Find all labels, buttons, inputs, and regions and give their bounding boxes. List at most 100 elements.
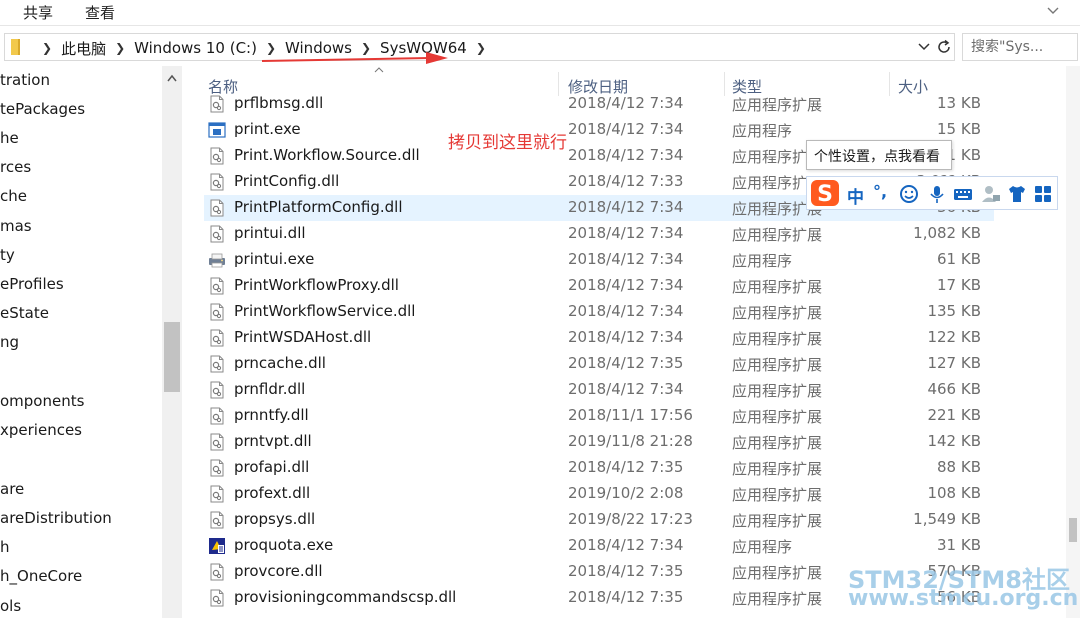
tab-view[interactable]: 查看 xyxy=(85,2,115,23)
microphone-icon[interactable] xyxy=(927,184,947,204)
file-type: 应用程序 xyxy=(732,252,793,270)
ribbon-tab-strip: 共享 查看 xyxy=(0,0,1080,26)
ime-punctuation-mode[interactable]: °, xyxy=(873,182,893,202)
refresh-icon[interactable] xyxy=(936,39,952,55)
file-name: Print.Workflow.Source.dll xyxy=(234,146,420,164)
scroll-up-icon[interactable] xyxy=(167,74,177,82)
nav-item[interactable]: eState xyxy=(0,304,49,328)
file-row[interactable]: prntvpt.dll 2019/11/8 21:28 应用程序扩展 142 KB xyxy=(204,429,994,455)
file-date-modified: 2018/4/12 7:35 xyxy=(568,458,684,476)
breadcrumb-drive-c[interactable]: Windows 10 (C:) xyxy=(134,39,257,57)
file-row[interactable]: propsys.dll 2019/8/22 17:23 应用程序扩展 1,549 KB xyxy=(204,507,994,533)
file-name: provcore.dll xyxy=(234,562,323,580)
file-row[interactable]: PrintWorkflowService.dll 2018/4/12 7:34 应用… xyxy=(204,299,994,325)
file-date-modified: 2019/11/8 21:28 xyxy=(568,432,693,450)
file-size: 221 KB xyxy=(927,406,981,424)
file-list-scrollbar[interactable] xyxy=(1066,66,1080,618)
file-row[interactable]: prnfldr.dll 2018/4/12 7:34 应用程序扩展 466 KB xyxy=(204,377,994,403)
skin-shirt-icon[interactable] xyxy=(1007,184,1027,204)
file-name: profext.dll xyxy=(234,484,311,502)
address-history-dropdown-icon[interactable] xyxy=(917,40,931,54)
file-type: 应用程序扩展 xyxy=(732,512,823,530)
ime-chinese-mode[interactable]: 中 xyxy=(847,183,864,208)
nav-item[interactable]: tePackages xyxy=(0,100,85,124)
file-size: 135 KB xyxy=(927,302,981,320)
nav-item[interactable]: tration xyxy=(0,71,50,95)
dll-file-icon xyxy=(208,355,226,373)
nav-item[interactable]: ols xyxy=(0,597,21,618)
nav-item[interactable]: mas xyxy=(0,217,32,241)
chevron-right-icon[interactable]: ❯ xyxy=(42,41,52,55)
file-name: proquota.exe xyxy=(234,536,334,554)
file-row[interactable]: PrintWSDAHost.dll 2018/4/12 7:34 应用程序扩展 122… xyxy=(204,325,994,351)
nav-item[interactable]: h_OneCore xyxy=(0,567,82,591)
file-row[interactable]: prnntfy.dll 2018/11/1 17:56 应用程序扩展 221 KB xyxy=(204,403,994,429)
file-row[interactable]: PrintWorkflowProxy.dll 2018/4/12 7:34 应用程序… xyxy=(204,273,994,299)
file-row[interactable]: profext.dll 2019/10/2 2:08 应用程序扩展 108 KB xyxy=(204,481,994,507)
file-name: PrintWSDAHost.dll xyxy=(234,328,372,346)
file-name: prflbmsg.dll xyxy=(234,94,324,112)
file-name: prntvpt.dll xyxy=(234,432,312,450)
file-row[interactable]: proquota.exe 2018/4/12 7:34 应用程序 31 KB xyxy=(204,533,994,559)
file-type: 应用程序扩展 xyxy=(732,356,823,374)
dll-file-icon xyxy=(208,303,226,321)
file-date-modified: 2018/11/1 17:56 xyxy=(568,406,693,424)
search-box[interactable] xyxy=(962,33,1078,61)
nav-item[interactable]: he xyxy=(0,129,19,153)
dll-file-icon xyxy=(208,199,226,217)
nav-item[interactable]: xperiences xyxy=(0,421,82,445)
address-bar[interactable]: ❯ 此电脑 ❯ Windows 10 (C:) ❯ Windows ❯ SysW… xyxy=(4,33,955,61)
nav-item[interactable]: ty xyxy=(0,246,15,270)
search-input[interactable] xyxy=(971,35,1071,59)
nav-scrollbar[interactable] xyxy=(162,66,182,618)
nav-item[interactable]: che xyxy=(0,187,27,211)
keyboard-icon[interactable] xyxy=(953,184,973,204)
file-size: 142 KB xyxy=(927,432,981,450)
file-size: 13 KB xyxy=(937,94,981,112)
file-size: 31 KB xyxy=(937,536,981,554)
user-icon[interactable] xyxy=(981,184,1001,204)
ime-toolbar[interactable]: S 中 °, xyxy=(806,176,1058,210)
dll-file-icon xyxy=(208,95,226,113)
emoji-icon[interactable] xyxy=(899,184,919,204)
file-list-scrollbar-thumb[interactable] xyxy=(1069,518,1077,542)
file-type: 应用程序扩展 xyxy=(732,460,823,478)
nav-item[interactable]: omponents xyxy=(0,392,84,416)
dll-file-icon xyxy=(208,225,226,243)
toolbox-grid-icon[interactable] xyxy=(1033,184,1053,204)
file-date-modified: 2018/4/12 7:35 xyxy=(568,354,684,372)
file-date-modified: 2019/10/2 2:08 xyxy=(568,484,684,502)
file-size: 466 KB xyxy=(927,380,981,398)
chevron-down-icon[interactable] xyxy=(1044,2,1062,20)
dll-file-icon xyxy=(208,511,226,529)
file-name: prnntfy.dll xyxy=(234,406,309,424)
folder-icon xyxy=(11,39,20,55)
nav-item[interactable]: eProfiles xyxy=(0,275,64,299)
nav-item[interactable]: ng xyxy=(0,333,19,357)
file-row[interactable]: prflbmsg.dll 2018/4/12 7:34 应用程序扩展 13 KB xyxy=(204,92,994,117)
nav-item[interactable]: rces xyxy=(0,158,31,182)
address-bar-row: ❯ 此电脑 ❯ Windows 10 (C:) ❯ Windows ❯ SysW… xyxy=(0,30,1080,64)
tab-share[interactable]: 共享 xyxy=(23,2,53,23)
file-date-modified: 2018/4/12 7:35 xyxy=(568,588,684,606)
file-name: prncache.dll xyxy=(234,354,326,372)
file-row[interactable]: profapi.dll 2018/4/12 7:35 应用程序扩展 88 KB xyxy=(204,455,994,481)
file-type: 应用程序扩展 xyxy=(732,408,823,426)
file-size: 61 KB xyxy=(937,250,981,268)
file-row[interactable]: printui.exe 2018/4/12 7:34 应用程序 61 KB xyxy=(204,247,994,273)
nav-item[interactable]: are xyxy=(0,480,24,504)
file-size: 1,549 KB xyxy=(913,510,981,528)
breadcrumb-this-pc[interactable]: 此电脑 xyxy=(61,38,106,59)
sogou-logo-icon[interactable]: S xyxy=(809,178,841,208)
file-row[interactable]: printui.dll 2018/4/12 7:34 应用程序扩展 1,082 KB xyxy=(204,221,994,247)
nav-scrollbar-thumb[interactable] xyxy=(164,322,180,392)
file-name: printui.exe xyxy=(234,250,315,268)
nav-item[interactable]: h xyxy=(0,538,10,562)
navigation-pane: tration tePackages he rces che mas ty eProfiles… xyxy=(0,66,182,618)
file-row[interactable]: prncache.dll 2018/4/12 7:35 应用程序扩展 127 KB xyxy=(204,351,994,377)
chevron-right-icon[interactable]: ❯ xyxy=(115,41,125,55)
chevron-right-icon[interactable]: ❯ xyxy=(476,41,486,55)
nav-item[interactable]: areDistribution xyxy=(0,509,112,533)
exe-window-icon xyxy=(208,121,226,139)
dll-file-icon xyxy=(208,277,226,295)
